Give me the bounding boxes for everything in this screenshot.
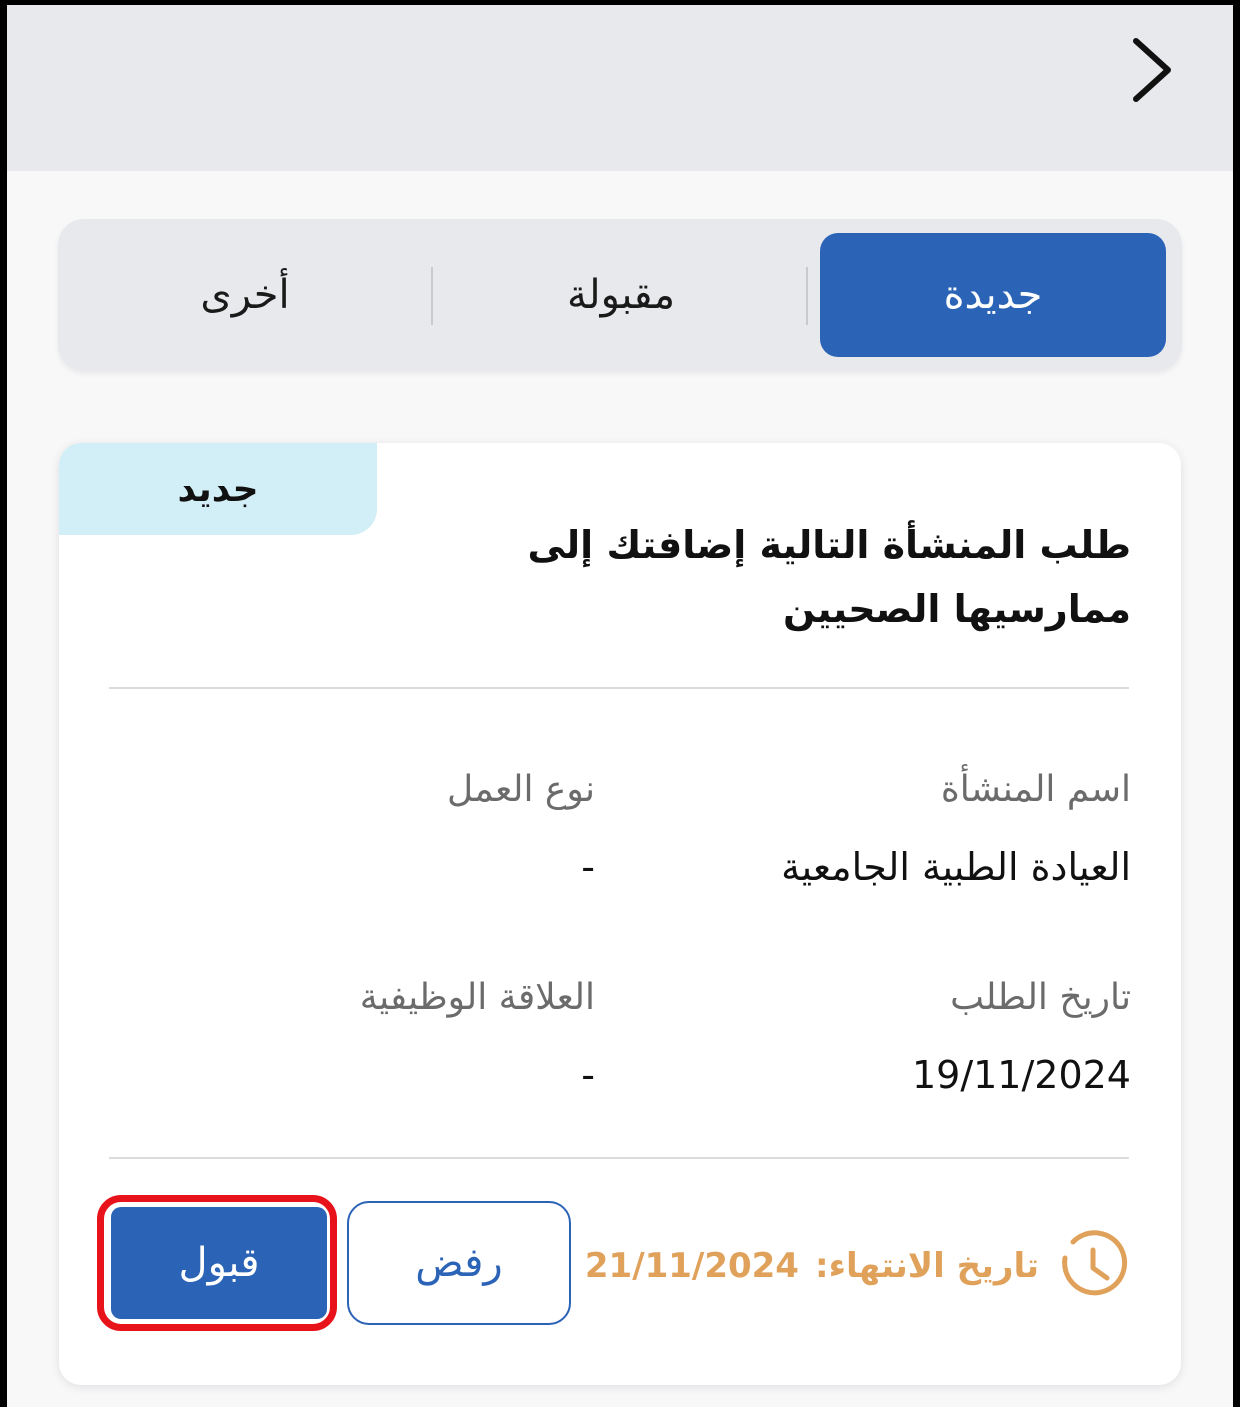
- request-card: جديد طلب المنشأة التالية إضافتك إلى ممار…: [59, 443, 1181, 1385]
- header-bar: [7, 5, 1233, 171]
- reject-button[interactable]: رفض: [347, 1201, 571, 1325]
- expiry-date: 21/11/2024: [584, 1246, 799, 1286]
- tab-divider: [431, 267, 433, 325]
- chevron-right-icon: [1133, 38, 1171, 102]
- expiry-label: تاريخ الانتهاء:: [814, 1246, 1039, 1286]
- status-tabs: جديدة مقبولة أخرى: [58, 219, 1182, 371]
- divider: [109, 1157, 1129, 1159]
- request-date-label: تاريخ الطلب: [950, 977, 1131, 1018]
- status-badge: جديد: [59, 443, 377, 535]
- app-screen: جديدة مقبولة أخرى جديد طلب المنشأة التال…: [7, 5, 1233, 1407]
- tab-other[interactable]: أخرى: [72, 233, 418, 357]
- tab-divider: [806, 267, 808, 325]
- job-relation-value: -: [581, 1053, 595, 1097]
- expiry-info: تاريخ الانتهاء: 21/11/2024: [585, 1223, 1131, 1309]
- facility-name-value: العيادة الطبية الجامعية: [781, 845, 1131, 889]
- tab-accepted[interactable]: مقبولة: [448, 233, 794, 357]
- back-button[interactable]: [1121, 35, 1183, 105]
- request-title: طلب المنشأة التالية إضافتك إلى ممارسيها …: [527, 523, 1131, 631]
- work-type-label: نوع العمل: [447, 769, 595, 810]
- divider: [109, 687, 1129, 689]
- work-type-value: -: [581, 845, 595, 889]
- tab-new[interactable]: جديدة: [820, 233, 1166, 357]
- request-date-value: 19/11/2024: [911, 1053, 1131, 1097]
- accept-button[interactable]: قبول: [111, 1207, 327, 1319]
- facility-name-label: اسم المنشأة: [940, 769, 1131, 810]
- job-relation-label: العلاقة الوظيفية: [359, 977, 595, 1018]
- clock-icon: [1062, 1230, 1128, 1296]
